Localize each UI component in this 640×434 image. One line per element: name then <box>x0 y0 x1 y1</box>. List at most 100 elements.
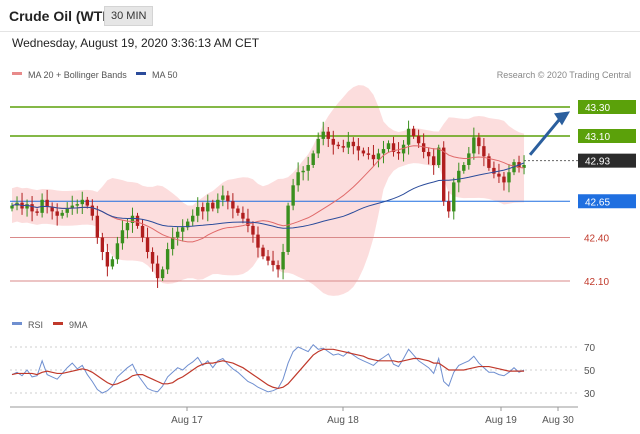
candle-body <box>396 151 401 154</box>
candle-body <box>296 172 300 186</box>
ma50-legend-label: MA 50 <box>152 70 178 80</box>
candle-body <box>241 212 245 219</box>
candle-body <box>105 252 110 267</box>
candle-body <box>30 204 34 212</box>
candle-body <box>442 147 446 202</box>
candle-body <box>95 215 100 238</box>
candle-body <box>261 247 265 257</box>
candle-body <box>196 207 200 216</box>
candle-body <box>175 231 180 238</box>
candle-body <box>477 137 481 147</box>
rsi-tick-label: 50 <box>584 366 596 377</box>
level-label-text: 42.93 <box>585 157 610 168</box>
rsi-ma-legend-swatch <box>53 322 63 325</box>
candle-body <box>125 223 130 231</box>
rsi-legend-label: RSI <box>28 320 43 330</box>
candle-body <box>170 237 175 250</box>
candle-body <box>281 252 285 270</box>
candle-body <box>115 243 120 260</box>
candle-body <box>326 131 330 139</box>
candle-body <box>201 207 205 212</box>
candle-body <box>221 195 225 200</box>
level-label-text: 43.30 <box>585 103 610 114</box>
candle-body <box>211 202 215 209</box>
rsi-legend-swatch <box>12 322 22 325</box>
candle-body <box>331 138 335 145</box>
candle-body <box>150 252 155 264</box>
ma50-legend-swatch <box>136 72 146 75</box>
candle-body <box>65 208 69 213</box>
candle-body <box>482 146 486 157</box>
price-chart: 43.30 43.10 42.93 42.65 42.40 42.10 MA 20 + Bo… <box>10 70 636 426</box>
candle-body <box>160 269 165 279</box>
candle-body <box>416 136 421 144</box>
candle-body <box>35 211 39 213</box>
candle-body <box>266 256 270 261</box>
candle-body <box>371 154 376 160</box>
candle-body <box>226 195 230 202</box>
rsi-tick-label: 30 <box>584 389 596 400</box>
candle-body <box>452 182 456 212</box>
level-label-text: 43.10 <box>585 132 610 143</box>
candle-body <box>381 149 386 154</box>
x-tick-label: Aug 30 <box>542 415 574 426</box>
candle-body <box>431 156 436 165</box>
candle-body <box>256 234 260 248</box>
candle-body <box>180 227 185 232</box>
candle-body <box>231 201 235 209</box>
candle-body <box>467 153 471 165</box>
candle-body <box>426 151 431 157</box>
candle-body <box>165 249 170 270</box>
x-tick-label: Aug 18 <box>327 415 359 426</box>
candle-body <box>316 138 320 154</box>
chart-credit: Research © 2020 Trading Central <box>497 70 631 80</box>
candle-body <box>366 153 371 155</box>
candle-body <box>206 202 210 212</box>
candle-body <box>155 263 160 279</box>
candle-body <box>135 215 140 226</box>
candle-body <box>120 230 125 244</box>
support-label: 42.40 <box>584 234 609 245</box>
candle-body <box>356 146 361 151</box>
support-label: 42.10 <box>584 277 609 288</box>
candle-body <box>276 265 280 270</box>
candle-body <box>437 147 441 165</box>
candle-body <box>60 212 64 216</box>
rsi-tick-label: 70 <box>584 343 596 354</box>
candle-body <box>411 128 416 136</box>
candle-body <box>472 137 476 154</box>
candle-body <box>376 153 381 160</box>
candle-body <box>462 165 466 171</box>
x-tick-label: Aug 19 <box>485 415 517 426</box>
rsi-ma-line <box>11 348 525 390</box>
candle-body <box>191 215 195 222</box>
level-label-text: 42.65 <box>585 197 610 208</box>
candle-body <box>311 153 315 165</box>
candle-body <box>45 199 49 208</box>
candle-body <box>251 225 255 235</box>
candle-body <box>110 259 115 267</box>
candle-body <box>447 201 451 212</box>
candle-body <box>351 141 356 147</box>
candle-body <box>10 205 14 209</box>
candle-body <box>55 211 59 216</box>
candle-body <box>80 199 84 205</box>
candle-body <box>361 150 366 154</box>
candle-body <box>216 199 220 209</box>
candle-body <box>301 170 305 173</box>
ma20-legend-label: MA 20 + Bollinger Bands <box>28 70 127 80</box>
candle-body <box>100 237 105 252</box>
x-tick-label: Aug 17 <box>171 415 203 426</box>
candle-body <box>286 205 290 252</box>
candle-body <box>386 143 391 150</box>
rsi-ma-legend-label: 9MA <box>69 320 88 330</box>
candle-body <box>457 170 461 183</box>
candle-body <box>507 172 511 183</box>
candle-body <box>336 144 340 147</box>
candle-body <box>75 204 79 206</box>
candle-body <box>85 199 89 206</box>
candle-body <box>140 225 145 238</box>
candle-body <box>502 176 506 183</box>
candle-body <box>271 260 275 266</box>
candle-body <box>341 146 346 148</box>
